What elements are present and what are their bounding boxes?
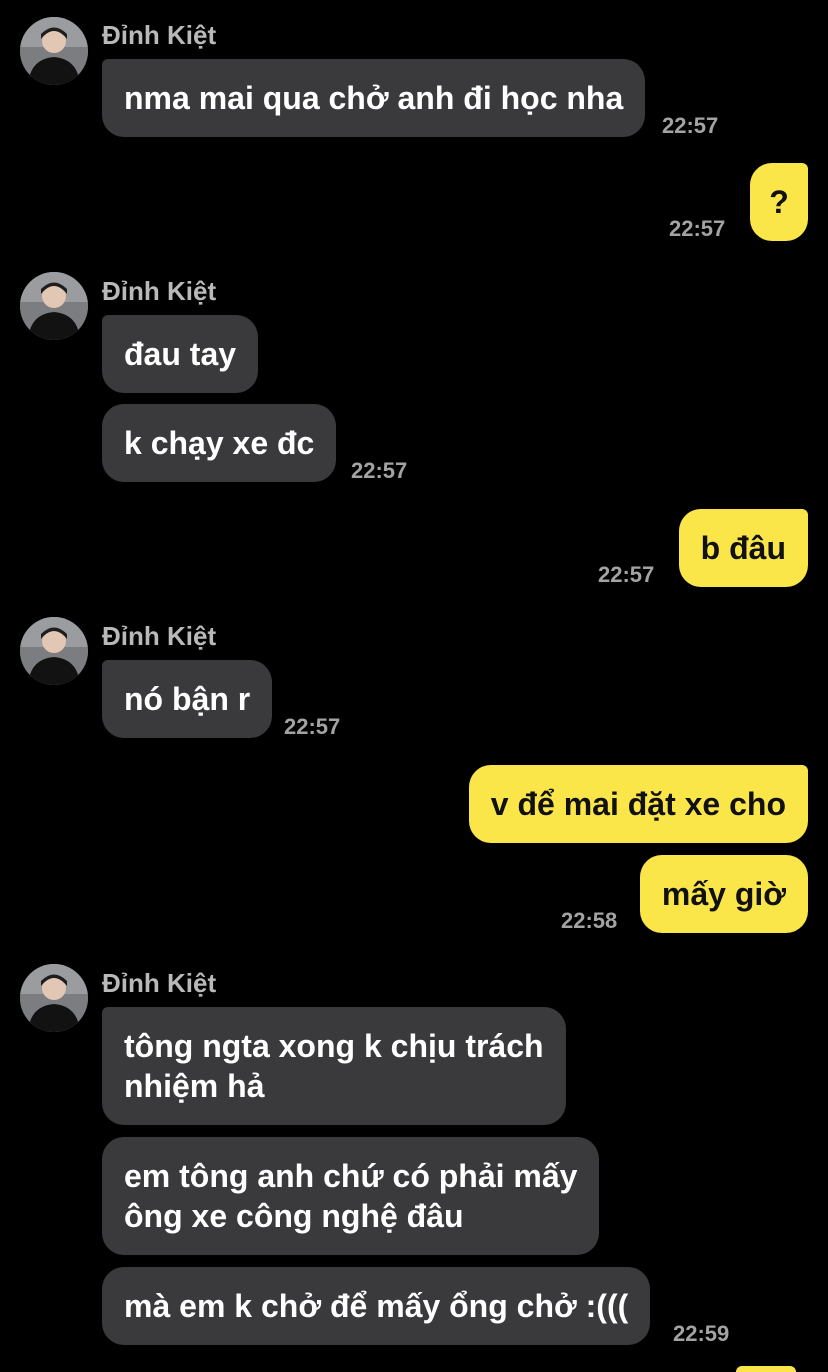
incoming-message[interactable]: nma mai qua chở anh đi học nha — [102, 59, 646, 137]
outgoing-message[interactable]: v để mai đặt xe cho — [468, 765, 808, 843]
sender-name: Đỉnh Kiệt — [102, 621, 217, 651]
sender-name: Đỉnh Kiệt — [102, 276, 217, 306]
incoming-message[interactable]: đau tay — [102, 315, 259, 393]
message-timestamp: 22:59 — [673, 1321, 730, 1346]
incoming-message[interactable]: em tông anh chứ có phải mấy ông xe công … — [102, 1137, 600, 1255]
message-timestamp: 22:57 — [351, 458, 408, 483]
incoming-message[interactable]: mà em k chở để mấy ổng chở :((( — [102, 1267, 651, 1345]
contact-avatar[interactable] — [20, 617, 88, 685]
message-timestamp: 22:57 — [662, 113, 719, 138]
profile-photo-icon — [20, 964, 88, 1032]
outgoing-message[interactable]: b đâu — [678, 509, 808, 587]
contact-avatar[interactable] — [20, 17, 88, 85]
incoming-message[interactable]: tông ngta xong k chịu trách nhiệm hả — [102, 1007, 566, 1125]
incoming-message[interactable]: k chạy xe đc — [102, 404, 337, 482]
profile-photo-icon — [20, 617, 88, 685]
outgoing-message-partial[interactable] — [736, 1366, 796, 1372]
contact-avatar[interactable] — [20, 272, 88, 340]
message-timestamp: 22:57 — [598, 562, 655, 587]
sender-name: Đỉnh Kiệt — [102, 20, 217, 50]
message-timestamp: 22:58 — [561, 908, 618, 933]
message-timestamp: 22:57 — [284, 714, 341, 739]
profile-photo-icon — [20, 17, 88, 85]
outgoing-message[interactable]: ? — [750, 163, 808, 241]
outgoing-message[interactable]: mấy giờ — [639, 855, 808, 933]
contact-avatar[interactable] — [20, 964, 88, 1032]
message-timestamp: 22:57 — [669, 216, 726, 241]
profile-photo-icon — [20, 272, 88, 340]
sender-name: Đỉnh Kiệt — [102, 968, 217, 998]
incoming-message[interactable]: nó bận r — [102, 660, 273, 738]
